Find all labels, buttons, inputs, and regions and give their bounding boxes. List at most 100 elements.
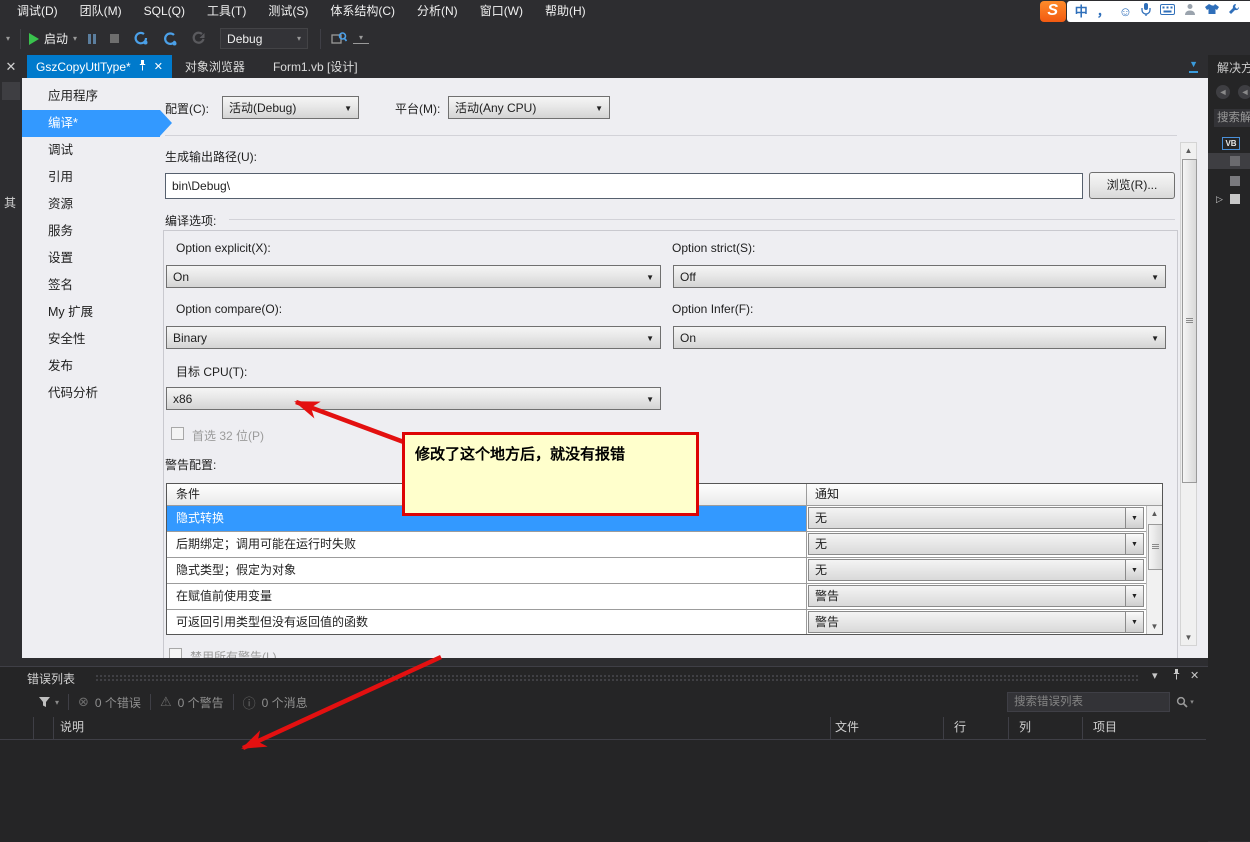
filter-button[interactable]: ▾ (38, 696, 59, 708)
solution-search-input[interactable]: 搜索解 (1214, 109, 1250, 127)
search-button[interactable]: ▾ (1170, 692, 1200, 712)
table-row[interactable]: 在赋值前使用变量警告▼ (167, 584, 1162, 610)
stop-icon[interactable] (109, 33, 120, 44)
nav-forward-icon[interactable]: ◄ (1238, 85, 1250, 99)
combo-arrow-icon[interactable]: ▼ (1125, 534, 1143, 554)
ime-punct-toggle[interactable]: ， (1097, 1, 1110, 22)
messages-count-button[interactable]: ⓘ0 个消息 (243, 693, 308, 712)
condition-cell[interactable]: 在赋值前使用变量 (167, 584, 807, 609)
scroll-down-icon[interactable]: ▼ (1147, 622, 1162, 631)
sidebar-item[interactable]: My 扩展 (22, 299, 160, 326)
scrollbar-thumb[interactable] (1182, 159, 1197, 483)
ime-skin-icon[interactable] (1205, 2, 1219, 20)
tab-gszcopyutltype[interactable]: GszCopyUtlType* ✕ (27, 55, 172, 78)
target-cpu-combo[interactable]: x86 (166, 387, 661, 410)
menu-item[interactable]: 分析(N) (406, 0, 469, 22)
description-column-header[interactable]: 说明 (53, 717, 830, 739)
sidebar-item[interactable]: 服务 (22, 218, 160, 245)
close-icon[interactable]: ✕ (1190, 669, 1199, 682)
sidebar-item[interactable]: 签名 (22, 272, 160, 299)
disable-warnings-checkbox[interactable] (169, 648, 182, 658)
step-out-icon[interactable] (190, 31, 206, 46)
option-infer-combo[interactable]: On (673, 326, 1166, 349)
properties-node-row[interactable] (1208, 153, 1250, 169)
pin-icon[interactable] (1172, 669, 1181, 683)
sidebar-item[interactable]: 调试 (22, 137, 160, 164)
find-in-files-icon[interactable] (331, 31, 347, 46)
menu-item[interactable]: SQL(Q) (133, 0, 196, 22)
sidebar-item[interactable]: 编译* (22, 110, 160, 137)
scroll-up-icon[interactable]: ▲ (1181, 146, 1196, 155)
tab-pin-icon[interactable] (138, 60, 147, 74)
browse-button[interactable]: 浏览(R)... (1089, 172, 1175, 199)
sidebar-item[interactable]: 安全性 (22, 326, 160, 353)
errors-count-button[interactable]: ⊗0 个错误 (78, 694, 141, 711)
scrollbar-thumb[interactable] (1148, 524, 1163, 570)
output-path-input[interactable]: bin\Debug\ (165, 173, 1083, 199)
combo-arrow-icon[interactable]: ▼ (1125, 586, 1143, 606)
table-row[interactable]: 后期绑定；调用可能在运行时失败无▼ (167, 532, 1162, 558)
start-debug-button[interactable]: 启动 ▾ (25, 30, 81, 47)
icon-column-header[interactable] (0, 717, 33, 739)
menu-item[interactable]: 调试(D) (6, 0, 69, 22)
step-into-icon[interactable] (132, 31, 149, 47)
condition-cell[interactable]: 可返回引用类型但没有返回值的函数 (167, 610, 807, 635)
designer-scrollbar[interactable]: ▲ ▼ (1180, 142, 1197, 646)
menu-item[interactable]: 测试(S) (257, 0, 319, 22)
panel-close-icon[interactable]: ✕ (0, 55, 22, 78)
sogou-logo-icon[interactable]: S (1040, 1, 1066, 22)
condition-cell[interactable]: 后期绑定；调用可能在运行时失败 (167, 532, 807, 557)
tab-close-icon[interactable]: ✕ (154, 60, 163, 73)
table-row[interactable]: 隐式类型；假定为对象无▼ (167, 558, 1162, 584)
scroll-up-icon[interactable]: ▲ (1147, 509, 1162, 518)
vb-project-icon[interactable]: VB (1222, 137, 1240, 150)
collapsed-tool-tab[interactable] (2, 82, 20, 100)
table-scrollbar[interactable]: ▲ ▼ (1146, 506, 1162, 634)
file-column-header[interactable]: 文件 (830, 717, 943, 739)
sidebar-item[interactable]: 资源 (22, 191, 160, 218)
notification-combo[interactable]: 警告▼ (808, 611, 1144, 633)
ime-tools-icon[interactable] (1228, 2, 1240, 20)
solution-configurations-combo[interactable]: Debug▾ (220, 28, 308, 49)
menu-item[interactable]: 团队(M) (69, 0, 133, 22)
sidebar-item[interactable]: 应用程序 (22, 83, 160, 110)
toolbar-overflow-caret-icon[interactable]: ▾ (353, 33, 369, 44)
combo-arrow-icon[interactable]: ▼ (1125, 612, 1143, 632)
nav-back-icon[interactable]: ◄ (1216, 85, 1230, 99)
sidebar-item[interactable]: 设置 (22, 245, 160, 272)
menu-item[interactable]: 工具(T) (196, 0, 257, 22)
ime-user-icon[interactable] (1184, 2, 1196, 20)
menu-item[interactable]: 窗口(W) (469, 0, 534, 22)
ime-emoji-icon[interactable]: ☺ (1119, 1, 1132, 22)
prefer-32bit-checkbox[interactable] (171, 427, 184, 440)
column-column-header[interactable]: 列 (1008, 717, 1082, 739)
panel-drag-texture[interactable] (95, 674, 1138, 682)
platform-combo[interactable]: 活动(Any CPU) (448, 96, 610, 119)
sidebar-item[interactable]: 代码分析 (22, 380, 160, 407)
combo-arrow-icon[interactable]: ▼ (1125, 508, 1143, 528)
document-well-dropdown-icon[interactable]: ▼ (1189, 59, 1198, 73)
step-over-icon[interactable] (161, 31, 178, 47)
condition-cell[interactable]: 隐式类型；假定为对象 (167, 558, 807, 583)
table-row[interactable]: 可返回引用类型但没有返回值的函数警告▼ (167, 610, 1162, 635)
option-explicit-combo[interactable]: On (166, 265, 661, 288)
notification-column-header[interactable]: 通知 (807, 484, 1162, 505)
tab-form1[interactable]: Form1.vb [设计] (264, 55, 367, 78)
file-node-row[interactable] (1208, 191, 1250, 207)
menu-item[interactable]: 帮助(H) (534, 0, 597, 22)
sidebar-item[interactable]: 发布 (22, 353, 160, 380)
notification-combo[interactable]: 无▼ (808, 533, 1144, 555)
references-node-row[interactable] (1208, 173, 1250, 189)
notification-combo[interactable]: 无▼ (808, 559, 1144, 581)
window-position-caret-icon[interactable]: ▾ (1152, 669, 1158, 682)
sidebar-item[interactable]: 引用 (22, 164, 160, 191)
pause-icon[interactable] (87, 33, 97, 45)
ime-mic-icon[interactable] (1141, 2, 1151, 21)
notification-combo[interactable]: 无▼ (808, 507, 1144, 529)
ime-lang-toggle[interactable]: 中 (1075, 1, 1088, 22)
option-compare-combo[interactable]: Binary (166, 326, 661, 349)
scroll-down-icon[interactable]: ▼ (1181, 633, 1196, 642)
error-search-input[interactable]: 搜索错误列表 (1007, 692, 1170, 712)
project-column-header[interactable]: 项目 (1082, 717, 1206, 739)
line-column-header[interactable]: 行 (943, 717, 1008, 739)
